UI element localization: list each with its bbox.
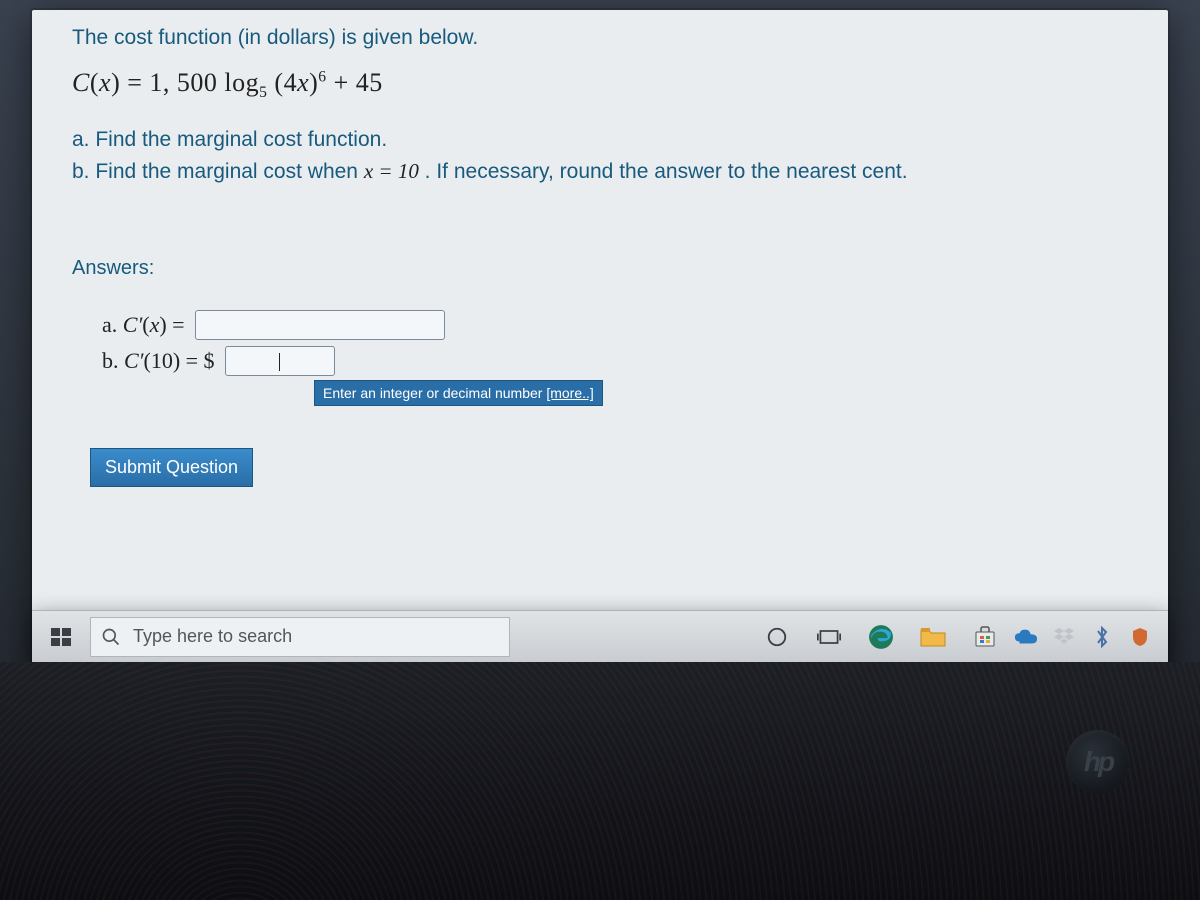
cloud-icon — [1014, 628, 1038, 646]
taskbar-app-explorer[interactable] — [910, 614, 956, 660]
part-b-condition: x = 10 — [364, 159, 419, 183]
part-a-text: a. Find the marginal cost function. — [72, 124, 1128, 156]
start-button[interactable] — [38, 614, 84, 660]
answer-a-input[interactable] — [195, 310, 445, 340]
answer-row-a: a. C′(x) = — [102, 310, 1128, 340]
question-intro-text: The cost function (in dollars) is given … — [72, 26, 1128, 50]
answer-b-input[interactable] — [225, 346, 335, 376]
bluetooth-icon — [1095, 626, 1109, 648]
taskbar-app-edge[interactable] — [858, 614, 904, 660]
answers-heading: Answers: — [72, 257, 1128, 280]
hp-laptop-logo: hp — [1066, 730, 1130, 794]
input-hint-tooltip: Enter an integer or decimal number [more… — [314, 380, 603, 406]
search-placeholder-text: Type here to search — [133, 626, 292, 647]
tray-dropbox[interactable] — [1052, 625, 1076, 649]
desk-surface — [0, 662, 1200, 900]
part-b-text: b. Find the marginal cost when x = 10 . … — [72, 156, 1128, 188]
hint-more-link[interactable]: [more..] — [546, 385, 593, 401]
task-view-icon — [817, 627, 841, 647]
circle-icon — [766, 626, 788, 648]
taskbar-search[interactable]: Type here to search — [90, 617, 510, 657]
system-tray — [1014, 625, 1162, 649]
answer-row-b: b. C′(10) = $ — [102, 346, 1128, 376]
tray-bluetooth[interactable] — [1090, 625, 1114, 649]
cortana-button[interactable] — [754, 614, 800, 660]
task-view-button[interactable] — [806, 614, 852, 660]
search-icon — [101, 627, 121, 647]
tray-unknown[interactable] — [1128, 625, 1152, 649]
question-parts: a. Find the marginal cost function. b. F… — [72, 124, 1128, 187]
edge-icon — [868, 624, 894, 650]
dropbox-icon — [1053, 627, 1075, 647]
shield-icon — [1131, 627, 1149, 647]
windows-icon — [49, 625, 73, 649]
windows-taskbar: Type here to search — [32, 610, 1168, 662]
cost-function-formula: C(x) = 1, 500 log5 (4x)6 + 45 — [72, 68, 1128, 102]
folder-icon — [920, 626, 946, 648]
taskbar-app-store[interactable] — [962, 614, 1008, 660]
store-icon — [973, 625, 997, 649]
question-panel: The cost function (in dollars) is given … — [32, 10, 1168, 710]
submit-question-button[interactable]: Submit Question — [90, 448, 253, 487]
tray-onedrive[interactable] — [1014, 625, 1038, 649]
